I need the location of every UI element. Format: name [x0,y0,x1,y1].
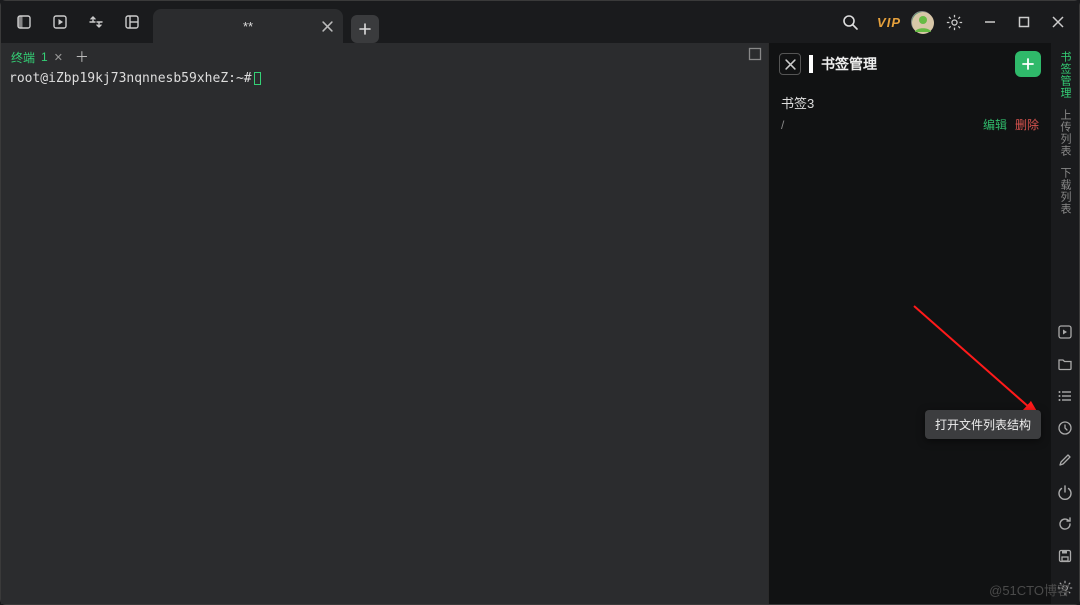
panel-icon[interactable] [7,5,41,39]
side-tab-upload[interactable]: 上传列表 [1059,109,1071,157]
terminal-tab-number: 1 [41,50,48,64]
minimize-button[interactable] [975,7,1005,37]
close-panel-button[interactable] [779,53,801,75]
maximize-button[interactable] [1009,7,1039,37]
panel-title: 书签管理 [821,54,877,74]
side-tab-bookmarks[interactable]: 书签管理 [1059,51,1071,99]
add-bookmark-button[interactable] [1015,51,1041,77]
terminal-tabbar: 终端 1 ✕ ＋ [1,43,768,71]
bookmark-path: / [781,118,983,132]
side-tab-download[interactable]: 下载列表 [1059,167,1071,215]
terminal-tab[interactable]: 终端 1 ✕ [11,49,63,66]
close-icon[interactable] [319,18,335,34]
terminal-body[interactable]: root@iZbp19kj73nqnnesb59xheZ:~# [1,71,768,604]
refresh-icon[interactable] [1051,508,1079,540]
title-tab[interactable]: ** [153,9,343,43]
titlebar: ** VIP [1,1,1079,43]
close-icon[interactable]: ✕ [54,51,63,64]
bookmark-header: 书签管理 [769,43,1051,85]
bookmark-item[interactable]: 书签3 / 编辑 删除 [769,85,1051,137]
main-area: 终端 1 ✕ ＋ root@iZbp19kj73nqnnesb59xheZ:~#… [1,43,1079,604]
avatar[interactable] [911,11,933,33]
tab-label: ** [153,19,343,34]
bookmark-name: 书签3 [781,93,1039,112]
bookmark-panel: 书签管理 书签3 / 编辑 删除 [768,43,1051,604]
search-icon[interactable] [833,5,867,39]
split-icon[interactable] [79,5,113,39]
play-icon[interactable] [43,5,77,39]
terminal-pane: 终端 1 ✕ ＋ root@iZbp19kj73nqnnesb59xheZ:~# [1,43,768,604]
titlebar-left-icons [1,5,149,39]
list-icon[interactable] [1051,380,1079,412]
delete-link[interactable]: 删除 [1015,116,1039,133]
folder-icon[interactable] [1051,348,1079,380]
title-marker [809,55,813,73]
title-tabs: ** [153,1,379,43]
edit-icon[interactable] [1051,444,1079,476]
terminal-prompt: root@iZbp19kj73nqnnesb59xheZ:~# [9,71,252,86]
terminal-tab-label: 终端 [11,49,35,66]
layout-icon[interactable] [115,5,149,39]
terminal-icon[interactable] [1051,316,1079,348]
close-button[interactable] [1043,7,1073,37]
gear-icon[interactable] [1051,572,1079,604]
bookmark-row: / 编辑 删除 [781,116,1039,133]
cursor [254,72,261,85]
expand-icon[interactable] [748,47,762,61]
clock-icon[interactable] [1051,412,1079,444]
power-icon[interactable] [1051,476,1079,508]
save-icon[interactable] [1051,540,1079,572]
right-sidebar: 书签管理 上传列表 下载列表 [1051,43,1079,604]
add-terminal-button[interactable]: ＋ [75,47,89,67]
add-tab-button[interactable] [351,15,379,43]
vip-badge[interactable]: VIP [871,15,907,30]
titlebar-right-icons: VIP [833,5,1079,39]
tooltip: 打开文件列表结构 [925,410,1041,439]
gear-icon[interactable] [937,5,971,39]
edit-link[interactable]: 编辑 [983,116,1007,133]
